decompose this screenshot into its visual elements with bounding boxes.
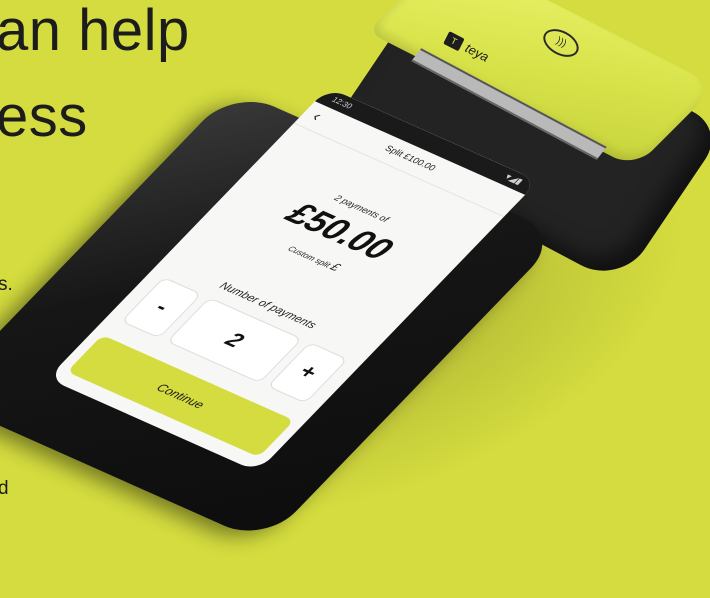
body-text-fragment-1: s. — [0, 274, 13, 295]
body-text-fragment-2: d — [0, 478, 9, 499]
status-time: 12:30 — [329, 95, 355, 111]
headline-line-2: ess — [0, 84, 88, 149]
custom-split-label: Custom split — [285, 244, 333, 270]
signal-battery-icon: ▾◢▮ — [502, 171, 526, 187]
headline-line-1: an help — [0, 0, 190, 63]
